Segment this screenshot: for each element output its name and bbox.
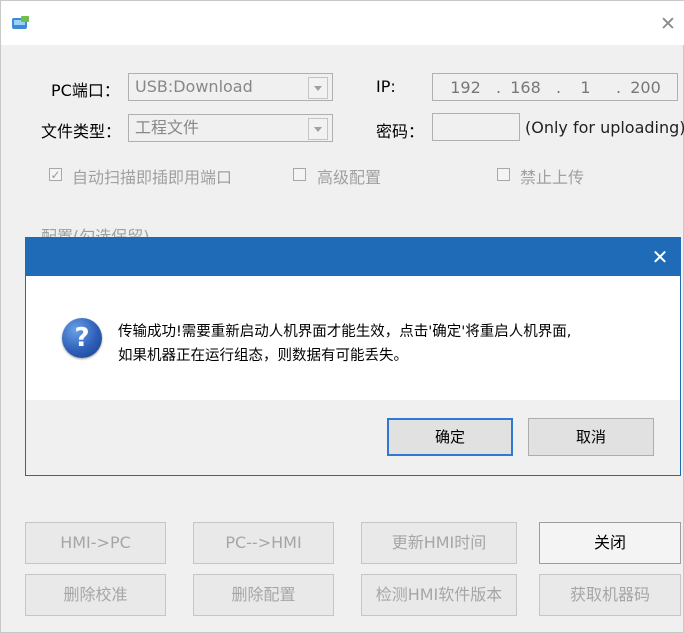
port-select[interactable]: USB:Download xyxy=(128,73,333,101)
app-icon xyxy=(12,16,29,29)
filetype-label: 文件类型： xyxy=(41,122,122,141)
advanced-config-checkbox[interactable] xyxy=(293,168,306,181)
auto-scan-label: 自动扫描即插即用端口 xyxy=(72,168,233,187)
ip-label: IP: xyxy=(376,77,396,96)
disable-upload-label: 禁止上传 xyxy=(520,168,585,187)
port-select-value: USB:Download xyxy=(135,77,253,96)
close-button[interactable]: 关闭 xyxy=(539,522,681,564)
dialog-footer: 确定 取消 xyxy=(26,400,680,475)
delete-config-button[interactable]: 删除配置 xyxy=(193,574,334,616)
title-bar: ✕ xyxy=(1,1,684,45)
message-dialog: ✕ ? 传输成功!需要重新启动人机界面才能生效，点击'确定'将重启人机界面, 如… xyxy=(25,237,681,476)
filetype-select-value: 工程文件 xyxy=(135,118,200,137)
ok-button[interactable]: 确定 xyxy=(387,418,513,456)
ip-dot: . xyxy=(556,78,562,97)
ip-dot: . xyxy=(496,78,502,97)
password-note: (Only for uploading) xyxy=(525,118,684,137)
ip-address-field[interactable]: 192 . 168 . 1 . 200 xyxy=(432,73,678,101)
ip-octet-3[interactable]: 1 xyxy=(563,78,608,97)
pc-to-hmi-button[interactable]: PC-->HMI xyxy=(193,522,334,564)
chevron-down-icon xyxy=(308,77,328,99)
check-hmi-version-button[interactable]: 检测HMI软件版本 xyxy=(361,574,517,616)
update-hmi-time-button[interactable]: 更新HMI时间 xyxy=(361,522,517,564)
ip-octet-4[interactable]: 200 xyxy=(623,78,668,97)
cancel-button[interactable]: 取消 xyxy=(528,418,654,456)
message-line-2: 如果机器正在运行组态，则数据有可能丢失。 xyxy=(118,348,408,364)
get-machine-code-button[interactable]: 获取机器码 xyxy=(539,574,681,616)
delete-calibration-button[interactable]: 删除校准 xyxy=(25,574,166,616)
auto-scan-checkbox[interactable]: ✓ xyxy=(49,168,62,181)
ip-octet-1[interactable]: 192 xyxy=(443,78,488,97)
message-line-1: 传输成功!需要重新启动人机界面才能生效，点击'确定'将重启人机界面, xyxy=(118,324,572,340)
filetype-select[interactable]: 工程文件 xyxy=(128,114,333,142)
close-icon[interactable]: ✕ xyxy=(657,13,679,35)
question-icon: ? xyxy=(62,318,102,358)
dialog-title-bar: ✕ xyxy=(26,238,680,276)
password-label: 密码： xyxy=(376,122,425,141)
ip-octet-2[interactable]: 168 xyxy=(503,78,548,97)
disable-upload-checkbox[interactable] xyxy=(497,168,510,181)
checkmark-icon: ✓ xyxy=(50,168,61,182)
password-field[interactable] xyxy=(432,113,520,141)
ip-dot: . xyxy=(616,78,622,97)
port-label: PC端口： xyxy=(51,81,120,100)
close-icon[interactable]: ✕ xyxy=(646,243,674,271)
advanced-config-label: 高级配置 xyxy=(317,168,382,187)
hmi-to-pc-button[interactable]: HMI->PC xyxy=(25,522,166,564)
chevron-down-icon xyxy=(308,118,328,140)
